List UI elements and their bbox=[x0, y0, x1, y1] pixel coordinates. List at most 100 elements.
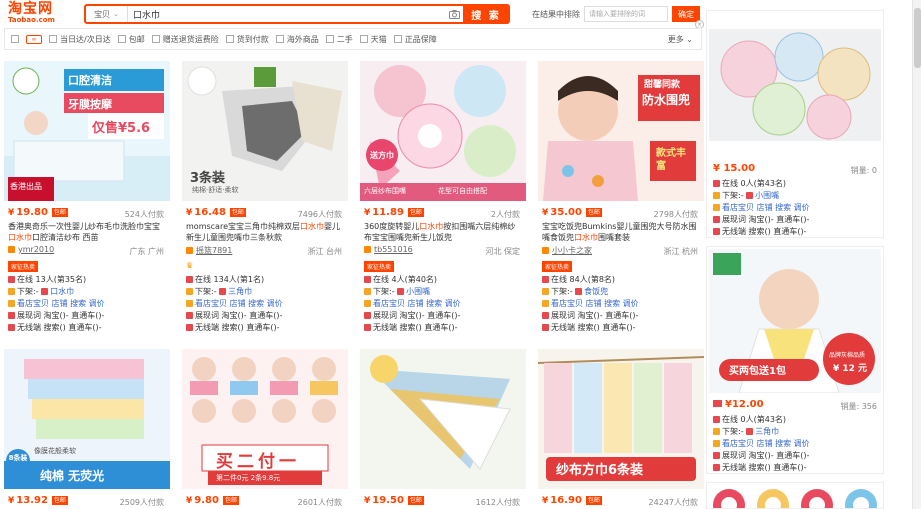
search-category-select[interactable]: 宝贝 ⌄ bbox=[86, 6, 128, 22]
category-link[interactable]: 口水巾 bbox=[50, 287, 74, 296]
shop-link[interactable]: ymr2010 bbox=[8, 245, 54, 254]
shop-link[interactable]: 小小卡之家 bbox=[542, 245, 592, 256]
product-card[interactable]: 甜馨同款 防水围兜 款式丰富 ¥35.00 包邮 2798人付款 宝宝吃饭兜Bum… bbox=[538, 61, 704, 339]
product-image[interactable] bbox=[360, 349, 526, 489]
product-image[interactable]: 买二付一 第二件0元 2条9.8元 bbox=[182, 349, 348, 489]
product-image[interactable]: 3条装 纯棉·舒适·柔软 bbox=[182, 61, 348, 201]
checkbox[interactable] bbox=[151, 35, 160, 43]
search-input[interactable] bbox=[128, 6, 445, 22]
shop-icon bbox=[364, 246, 371, 253]
filter-item[interactable]: 赠送退货运费险 bbox=[151, 34, 219, 45]
paid-count: 1612人付款 bbox=[475, 498, 520, 507]
filter-item[interactable]: 当日达/次日达 bbox=[49, 34, 111, 45]
exposure-text: 展现词 淘宝()- 直通车()- bbox=[551, 311, 639, 320]
filter-item[interactable]: 天猫 bbox=[359, 34, 387, 45]
filter-item[interactable]: 海外商品 bbox=[275, 34, 319, 45]
product-image[interactable]: 像膜花般柔软 纯棉 无荧光 8条装 bbox=[4, 349, 170, 489]
shop-tools-links[interactable]: 看店宝贝 店铺 搜索 调价 bbox=[17, 299, 105, 308]
ad-image[interactable] bbox=[707, 483, 884, 509]
product-card[interactable]: 送方巾 六层纱布围嘴 花型可自由搭配 ¥11.89 包邮 2人付款 360度旋转婴… bbox=[360, 61, 526, 339]
mobile-icon bbox=[186, 324, 193, 331]
filter-checkbox-all[interactable] bbox=[11, 35, 19, 43]
exclude-confirm-button[interactable]: 确定 bbox=[672, 6, 700, 22]
image-caption: 纯棉·舒适·柔软 bbox=[192, 186, 239, 194]
taobao-logo[interactable]: 淘宝网 Taobao.com bbox=[8, 2, 72, 24]
price-value: 19.50 bbox=[372, 495, 404, 506]
exposure-text: 展现词 淘宝()- 直通车()- bbox=[722, 451, 810, 460]
camera-icon[interactable] bbox=[445, 6, 463, 22]
ad-image[interactable] bbox=[709, 29, 881, 157]
shop-tools-row[interactable]: 看店宝贝 店铺 搜索 调价 bbox=[186, 299, 346, 309]
product-card[interactable]: 买二付一 第二件0元 2条9.8元 ¥9.80 包邮 2601人付款 bbox=[182, 349, 348, 509]
product-card[interactable]: 口腔清洁 牙膜按摩 仅售¥5.6 香港出品 ¥19.80 包邮 524人付款 香港… bbox=[4, 61, 170, 339]
checkbox[interactable] bbox=[359, 35, 368, 43]
category-link[interactable]: 小围嘴 bbox=[406, 287, 430, 296]
page-scrollbar[interactable] bbox=[912, 0, 921, 509]
tool-icon bbox=[713, 204, 720, 211]
product-image[interactable]: 送方巾 六层纱布围嘴 花型可自由搭配 bbox=[360, 61, 526, 201]
product-card[interactable]: 纱布方巾6条装 ¥16.90 包邮 24247人付款 bbox=[538, 349, 704, 509]
shop-tools-row[interactable]: 看店宝贝 店铺 搜索 调价 bbox=[364, 299, 524, 309]
product-price: ¥11.89 包邮 bbox=[364, 207, 424, 218]
chart-icon bbox=[542, 312, 549, 319]
product-card[interactable]: ¥19.50 包邮 1612人付款 bbox=[360, 349, 526, 509]
product-image[interactable]: 纱布方巾6条装 bbox=[538, 349, 704, 489]
exposure-row: 展现词 淘宝()- 直通车()- bbox=[713, 451, 881, 461]
category-icon bbox=[746, 192, 754, 199]
product-card[interactable]: 3条装 纯棉·舒适·柔软 ¥16.48 包邮 7496人付款 momscare宝宝… bbox=[182, 61, 348, 339]
delist-row: 下架:- 三角巾 bbox=[186, 287, 346, 297]
product-image[interactable]: 甜馨同款 防水围兜 款式丰富 bbox=[538, 61, 704, 201]
category-link[interactable]: 三角巾 bbox=[755, 427, 779, 436]
shop-tools-row[interactable]: 看店宝贝 店铺 搜索 调价 bbox=[713, 439, 881, 449]
shop-tools-links[interactable]: 看店宝贝 店铺 搜索 调价 bbox=[551, 299, 639, 308]
shop-tools-links[interactable]: 看店宝贝 店铺 搜索 调价 bbox=[722, 439, 810, 448]
category-link[interactable]: 三角巾 bbox=[228, 287, 252, 296]
product-title[interactable]: 360度旋转婴儿口水巾按扣围嘴六层纯棉纱布宝宝围嘴兜新生儿饭兜 bbox=[364, 221, 522, 243]
search-button[interactable]: 搜 索 bbox=[463, 6, 508, 22]
checkbox[interactable] bbox=[325, 35, 334, 43]
scrollbar-thumb[interactable] bbox=[914, 8, 921, 68]
checkbox[interactable] bbox=[275, 35, 284, 43]
product-card[interactable]: 像膜花般柔软 纯棉 无荧光 8条装 ¥13.92 包邮 2509人付款 bbox=[4, 349, 170, 509]
shop-tools-links[interactable]: 看店宝贝 店铺 搜索 调价 bbox=[195, 299, 283, 308]
title-text: 围嘴套装 bbox=[598, 233, 630, 242]
checkbox[interactable] bbox=[117, 35, 126, 43]
sidebar-ad[interactable] bbox=[706, 482, 884, 509]
product-title[interactable]: 宝宝吃饭兜Bumkins婴儿童围兜大号防水围嘴食饭兜口水巾围嘴套装 bbox=[542, 221, 700, 243]
filter-item[interactable]: 二手 bbox=[325, 34, 353, 45]
exclude-input[interactable]: 请输入要排除的词 bbox=[584, 6, 668, 22]
filter-item[interactable]: 货到付款 bbox=[225, 34, 269, 45]
shop-link[interactable]: 摇篮7891 bbox=[186, 245, 232, 256]
shop-tools-row[interactable]: 看店宝贝 店铺 搜索 调价 bbox=[713, 203, 881, 213]
online-stat: 在线 84人(第8名) bbox=[542, 275, 702, 285]
product-title[interactable]: momscare宝宝三角巾纯棉双层口水巾婴儿新生儿童围兜嘴巾三条秋款 bbox=[186, 221, 344, 243]
shop-name: ymr2010 bbox=[18, 245, 55, 254]
product-image[interactable]: 口腔清洁 牙膜按摩 仅售¥5.6 香港出品 bbox=[4, 61, 170, 201]
shop-link[interactable]: tb551016 bbox=[364, 245, 413, 254]
checkbox[interactable] bbox=[225, 35, 234, 43]
chart-icon bbox=[186, 312, 193, 319]
image-caption: 仅售¥5.6 bbox=[92, 121, 151, 136]
filter-item[interactable]: 包邮 bbox=[117, 34, 145, 45]
person-icon bbox=[542, 276, 549, 283]
more-filters-button[interactable]: 更多 ⌄ bbox=[668, 34, 693, 45]
shop-tools-row[interactable]: 看店宝贝 店铺 搜索 调价 bbox=[8, 299, 168, 309]
filter-item[interactable]: 正品保障 bbox=[393, 34, 437, 45]
exposure-text: 展现词 淘宝()- 直通车()- bbox=[722, 215, 810, 224]
sidebar-ad[interactable]: ¥ 15.00 销量: 0 在线 0人(第43名) 下架:- 小围嘴 看店宝贝 … bbox=[706, 10, 884, 238]
exposure-row: 展现词 淘宝()- 直通车()- bbox=[186, 311, 346, 321]
ad-image[interactable]: 买两包送1包 品牌灰棉品质 ¥ 12 元 bbox=[709, 249, 881, 393]
checkbox[interactable] bbox=[393, 35, 402, 43]
category-link[interactable]: 食饭兜 bbox=[584, 287, 608, 296]
sidebar-ad[interactable]: 买两包送1包 品牌灰棉品质 ¥ 12 元 ¥12.00 销量: 356 在线 0… bbox=[706, 246, 884, 474]
category-link[interactable]: 小围嘴 bbox=[755, 191, 779, 200]
currency-label: ¥ bbox=[186, 207, 193, 218]
shop-tools-links[interactable]: 看店宝贝 店铺 搜索 调价 bbox=[722, 203, 810, 212]
delist-label: 下架 bbox=[373, 287, 389, 296]
product-title[interactable]: 香港奥奇乐一次性婴儿纱布毛巾洗脸巾宝宝口水巾口腔清洁纱布 西苗 bbox=[8, 221, 166, 243]
checkbox[interactable] bbox=[49, 35, 57, 43]
tag-icon[interactable]: ∞ bbox=[26, 34, 42, 44]
online-text: 在线 0人(第43名) bbox=[722, 415, 787, 424]
shop-tools-links[interactable]: 看店宝贝 店铺 搜索 调价 bbox=[373, 299, 461, 308]
shop-tools-row[interactable]: 看店宝贝 店铺 搜索 调价 bbox=[542, 299, 702, 309]
